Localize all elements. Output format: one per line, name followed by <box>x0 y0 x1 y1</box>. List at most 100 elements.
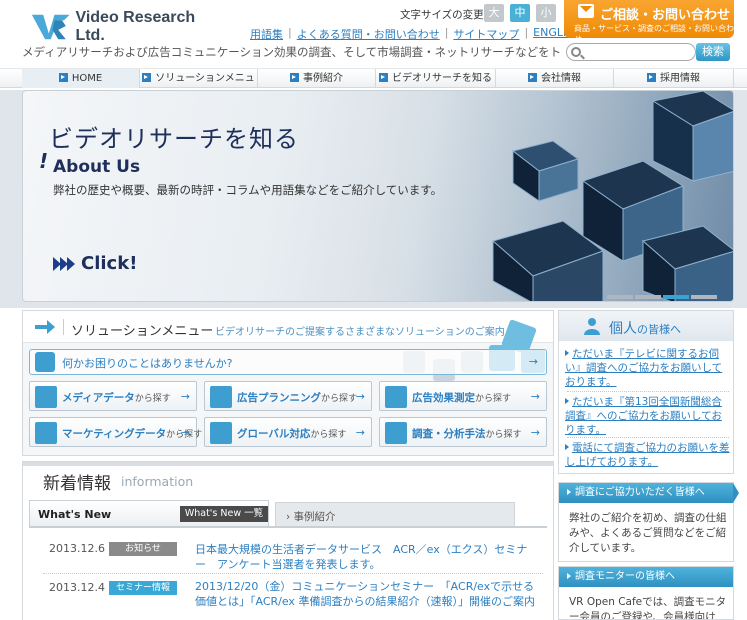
person-icon <box>584 318 600 335</box>
hero-click-exclamation: ! <box>129 253 138 274</box>
hero-description: 弊社の歴史や概要、最新の時評・コラムや用語集などをご紹介しています。 <box>53 183 443 197</box>
puzzle-icon <box>35 352 55 372</box>
hero-click-button[interactable]: Click! <box>53 253 137 274</box>
tagline: メディアリサーチおよび広告コミュニケーション効果の調査、そして市場調査・ネットリ… <box>22 45 562 59</box>
hero-subtitle: About Us <box>53 157 141 177</box>
solution-global-button[interactable]: グローバル対応から探す → <box>204 417 372 447</box>
font-size-large-button[interactable]: 大 <box>484 4 504 22</box>
slide-dot-1[interactable] <box>607 295 633 299</box>
survey-participants-box: 調査にご協力いただく皆様へ 弊社のご紹介を初め、調査の仕組みや、よくあるご質問な… <box>558 482 739 562</box>
whats-new-list-button[interactable]: What's New 一覧 <box>180 506 268 522</box>
survey-participants-heading[interactable]: 調査にご協力いただく皆様へ <box>559 483 739 503</box>
media-data-icon <box>35 386 57 408</box>
triangle-right-icon <box>565 350 569 356</box>
news-date: 2013.12.4 <box>49 581 105 594</box>
news-link[interactable]: 2013/12/20（金）コミュニケーションセミナー 「ACR/exで示せる価値… <box>195 579 535 609</box>
survey-monitors-text: VR Open Cafeでは、調査モニター会員のご登録や、会員様向け <box>569 596 727 620</box>
news-link[interactable]: 日本最大規模の生活者データサービス ACR／ex（エクス）セミナー アンケート当… <box>195 542 535 572</box>
nav-solution-menu[interactable]: ソリューションメニュー <box>140 69 258 103</box>
personal-title-suffix: の皆様へ <box>637 323 681 336</box>
arrow-right-icon <box>647 73 656 82</box>
font-size-medium-button[interactable]: 中 <box>510 4 530 22</box>
personal-link[interactable]: ただいま『第13回全国新聞総合調査』へのご協力をお願いしております。 <box>565 395 731 437</box>
sitemap-link[interactable]: サイトマップ <box>448 26 524 42</box>
triangle-right-icon <box>565 398 569 404</box>
nav-about[interactable]: ビデオリサーチを知る <box>376 69 496 88</box>
logo-text: Video Research Ltd. <box>75 9 196 44</box>
ad-planning-icon <box>210 386 232 408</box>
solution-ad-planning-button[interactable]: 広告プランニングから探す → <box>204 381 372 411</box>
arrow-right-icon: → <box>530 426 540 439</box>
search-icon <box>571 47 581 57</box>
logo[interactable]: Video Research Ltd. <box>30 9 220 44</box>
news-date: 2013.12.6 <box>49 542 105 555</box>
arrow-right-icon: → <box>530 390 540 403</box>
hero-click-label: Click <box>81 253 130 274</box>
vr-logo-icon <box>31 14 70 40</box>
personal-panel: 個人の皆様へ ただいま『テレビに関するお伺い』調査へのご協力をお願いしております… <box>558 310 734 474</box>
mail-icon <box>578 4 594 18</box>
arrow-right-icon: → <box>355 390 365 403</box>
hero-banner[interactable]: ビデオリサーチを知る ! About Us 弊社の歴史や概要、最新の時評・コラム… <box>22 90 734 302</box>
arrow-right-icon: → <box>180 390 190 403</box>
arrow-right-icon <box>379 73 388 82</box>
hero-title: ビデオリサーチを知る <box>49 125 299 153</box>
solution-title: ソリューションメニュー <box>71 324 214 339</box>
personal-link[interactable]: 電話にて調査ご協力のお願いを差し上げております。 <box>565 441 731 469</box>
solution-ad-effect-button[interactable]: 広告効果測定から探す → <box>379 381 547 411</box>
ad-effect-icon <box>385 386 407 408</box>
news-badge: セミナー情報 <box>109 581 177 595</box>
triangle-right-icon <box>567 489 571 495</box>
solution-media-data-button[interactable]: メディアデータから探す → <box>29 381 197 411</box>
tab-whats-new[interactable]: What's New What's New 一覧 <box>29 500 269 526</box>
slide-dot-3[interactable] <box>663 295 689 299</box>
arrow-right-icon <box>35 320 55 334</box>
contact-title: ご相談・お問い合わせ <box>600 8 731 23</box>
personal-header: 個人の皆様へ <box>559 311 733 341</box>
nav-company[interactable]: 会社情報 <box>496 69 614 88</box>
arrow-right-icon: → <box>528 355 538 368</box>
help-question-text: 何かお困りのことはありませんか? <box>62 357 233 370</box>
personal-link[interactable]: ただいま『テレビに関するお伺い』調査へのご協力をお願いしております。 <box>565 347 731 389</box>
survey-monitors-box: 調査モニターの皆様へ VR Open Cafeでは、調査モニター会員のご登録や、… <box>558 566 734 620</box>
bar-chart-icon <box>35 422 57 444</box>
globe-icon <box>210 422 232 444</box>
help-question-bar[interactable]: 何かお困りのことはありませんか? → <box>29 349 547 375</box>
global-nav: HOME ソリューションメニュー 事例紹介 ビデオリサーチを知る 会社情報 採用… <box>0 68 747 103</box>
solution-panel: ソリューションメニュー ビデオリサーチのご提案するさまざまなソリューションのご案… <box>22 310 554 456</box>
font-size-small-button[interactable]: 小 <box>536 4 556 22</box>
cubes-illustration <box>491 91 733 301</box>
arrow-right-icon <box>142 73 152 82</box>
nav-case-studies[interactable]: 事例紹介 <box>258 69 376 88</box>
solution-analysis-button[interactable]: 調査・分析手法から探す → <box>379 417 547 447</box>
contact-subtitle: 商品・サービス・調査のご相談・お問い合わせ <box>574 24 734 44</box>
search-input[interactable] <box>566 43 696 61</box>
arrow-right-icon <box>290 73 299 82</box>
news-panel: 新着情報 information What's New What's New 一… <box>22 461 554 620</box>
faq-link[interactable]: よくある質問・お問い合わせ <box>292 26 445 42</box>
survey-monitors-heading[interactable]: 調査モニターの皆様へ <box>559 567 733 587</box>
news-title: 新着情報 <box>43 474 111 494</box>
slide-dot-4[interactable] <box>691 295 717 299</box>
nav-recruit[interactable]: 採用情報 <box>614 69 734 88</box>
arrow-right-icon <box>528 73 537 82</box>
slide-dot-2[interactable] <box>635 295 661 299</box>
arrow-right-icon <box>58 73 68 82</box>
triangle-right-icon <box>567 573 571 579</box>
arrow-right-icon: › <box>286 511 294 523</box>
solution-marketing-data-button[interactable]: マーケティングデータから探す → <box>29 417 202 447</box>
personal-title: 個人 <box>609 321 637 337</box>
nav-home[interactable]: HOME <box>22 69 140 88</box>
survey-participants-text: 弊社のご紹介を初め、調査の仕組みや、よくあるご質問などをご紹介しています。 <box>569 512 727 554</box>
font-size-label: 文字サイズの変更 <box>400 9 484 21</box>
glossary-link[interactable]: 用語集 <box>245 26 288 42</box>
tab-case-studies[interactable]: › 事例紹介 <box>275 502 515 528</box>
contact-button[interactable]: ご相談・お問い合わせ 商品・サービス・調査のご相談・お問い合わせ <box>564 0 734 44</box>
chevron-right-icon <box>67 256 75 271</box>
gear-icon <box>385 422 407 444</box>
arrow-right-icon: → <box>355 426 365 439</box>
news-title-en: information <box>121 474 194 489</box>
utility-links: 用語集 | よくある質問・お問い合わせ | サイトマップ | ENGLISH <box>245 26 587 42</box>
news-badge: お知らせ <box>109 542 177 556</box>
search-button[interactable]: 検索 <box>696 43 730 61</box>
